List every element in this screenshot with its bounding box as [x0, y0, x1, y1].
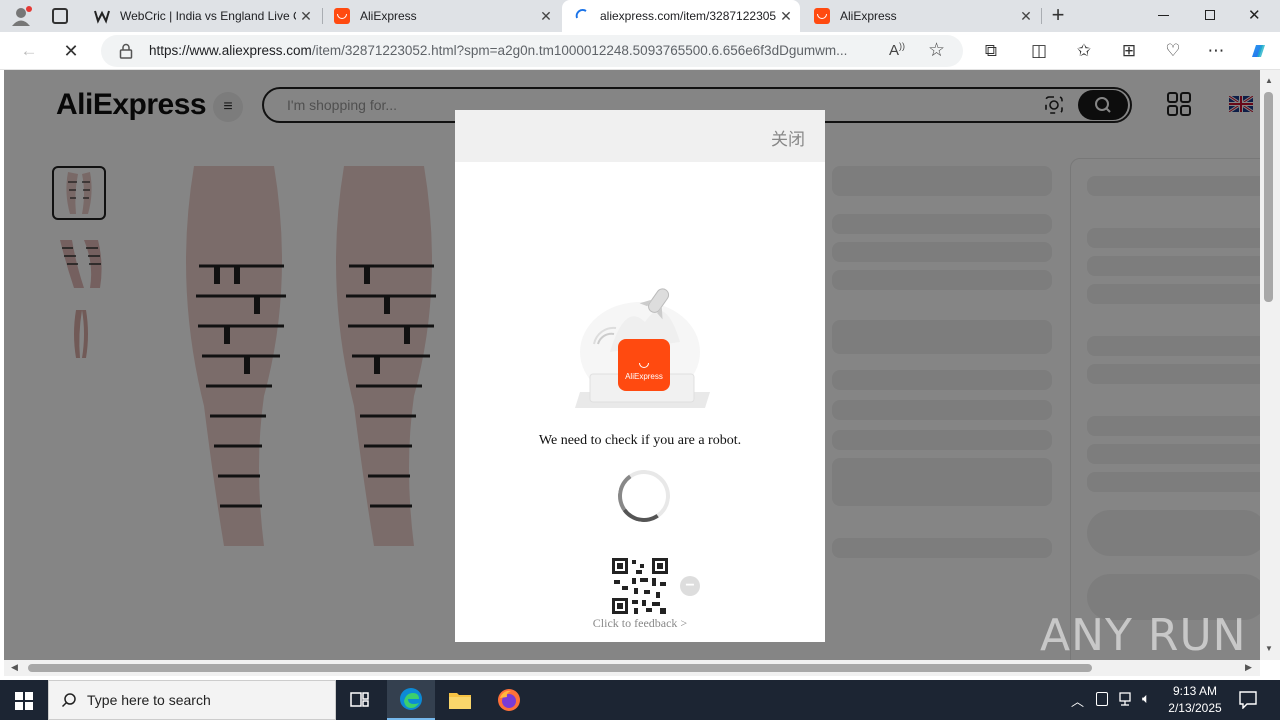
tab-title: AliExpress: [360, 9, 417, 23]
tab-aliexpress-item-active[interactable]: aliexpress.com/item/3287122305 ✕: [562, 0, 800, 32]
feedback-qr-code[interactable]: [610, 556, 670, 616]
minimize-window-icon[interactable]: [1158, 15, 1169, 16]
aliexpress-app-icon: [618, 339, 670, 391]
browser-tab-strip: WebCric | India vs England Live C ✕ AliE…: [0, 0, 1280, 32]
clock-date: 2/13/2025: [1168, 701, 1222, 715]
address-bar[interactable]: https://www.aliexpress.com/item/32871223…: [101, 35, 963, 67]
read-aloud-icon[interactable]: A)): [889, 41, 905, 59]
edge-taskbar-button[interactable]: [387, 680, 435, 720]
windows-taskbar: Type here to search ︿ 🔈︎ 9:13 AM 2/13/20…: [0, 680, 1280, 720]
collapse-minus-icon[interactable]: −: [680, 576, 700, 596]
stop-loading-x-icon[interactable]: ✕: [58, 38, 84, 64]
anyrun-watermark: ANY RUN: [1040, 610, 1247, 661]
captcha-modal: 关闭 AliExpress We need to check if you ar…: [455, 110, 825, 642]
extensions-icon[interactable]: ⧉: [978, 38, 1004, 64]
scroll-right-arrow-icon[interactable]: ▶: [1245, 662, 1252, 673]
horizontal-scrollbar[interactable]: ◀ ▶: [4, 660, 1260, 676]
close-tab-icon[interactable]: ✕: [536, 8, 556, 25]
loading-spinner-icon: [574, 8, 590, 24]
tab-title: aliexpress.com/item/3287122305: [600, 9, 776, 23]
tab-actions-icon[interactable]: [52, 8, 68, 24]
file-explorer-icon[interactable]: [448, 690, 472, 715]
new-tab-plus-icon[interactable]: +: [1046, 4, 1070, 28]
webcric-favicon-icon: [94, 8, 110, 24]
split-screen-icon[interactable]: ◫: [1026, 38, 1052, 64]
clock-time: 9:13 AM: [1172, 684, 1218, 698]
modal-close-button[interactable]: 关闭: [771, 125, 805, 150]
tab-webcric[interactable]: WebCric | India vs England Live C ✕: [82, 0, 320, 32]
tab-title: WebCric | India vs England Live C: [120, 9, 296, 23]
network-icon[interactable]: [1119, 692, 1135, 711]
browser-toolbar: ← ✕ https://www.aliexpress.com/item/3287…: [0, 32, 1280, 70]
tab-separator: [1041, 8, 1042, 24]
tab-aliexpress-1[interactable]: AliExpress ✕: [322, 0, 560, 32]
aliexpress-favicon-icon: [334, 8, 350, 24]
search-icon: [61, 693, 76, 708]
tab-title: AliExpress: [840, 9, 897, 23]
favorites-icon[interactable]: ✩: [1071, 38, 1097, 64]
url-text[interactable]: https://www.aliexpress.com/item/32871223…: [149, 43, 879, 58]
scroll-up-arrow-icon[interactable]: ▲: [1265, 76, 1273, 85]
edge-icon: [400, 688, 422, 710]
tab-aliexpress-2[interactable]: AliExpress ✕: [802, 0, 1040, 32]
modal-header: 关闭: [455, 110, 825, 162]
vertical-scrollbar[interactable]: ▲ ▼: [1260, 70, 1280, 660]
close-tab-icon[interactable]: ✕: [776, 8, 796, 25]
volume-icon[interactable]: 🔈︎: [1142, 690, 1150, 707]
scroll-down-arrow-icon[interactable]: ▼: [1265, 644, 1273, 653]
robot-check-message: We need to check if you are a robot.: [538, 433, 742, 448]
restore-window-icon[interactable]: [1205, 10, 1215, 20]
settings-more-icon[interactable]: ⋯: [1203, 38, 1229, 64]
horizontal-scroll-thumb[interactable]: [28, 664, 1092, 672]
lock-icon[interactable]: [119, 43, 133, 64]
close-window-icon[interactable]: ✕: [1248, 6, 1261, 24]
taskbar-search-placeholder: Type here to search: [87, 692, 211, 708]
collections-icon[interactable]: ⊞: [1116, 38, 1142, 64]
loading-spinner-icon: [613, 465, 675, 527]
browser-essentials-icon[interactable]: ♡: [1160, 38, 1186, 64]
profile-avatar-icon[interactable]: [10, 5, 32, 27]
windows-start-icon[interactable]: [15, 692, 33, 715]
copilot-icon[interactable]: [1245, 38, 1271, 64]
device-tray-icon[interactable]: [1096, 692, 1108, 706]
task-view-icon[interactable]: [350, 691, 370, 714]
close-tab-icon[interactable]: ✕: [296, 8, 316, 25]
url-path: /item/32871223052.html?spm=a2g0n.tm10000…: [311, 43, 848, 58]
taskbar-clock[interactable]: 9:13 AM 2/13/2025: [1162, 683, 1228, 717]
vertical-scroll-thumb[interactable]: [1264, 92, 1273, 302]
taskbar-search-box[interactable]: Type here to search: [48, 680, 336, 720]
back-arrow-icon[interactable]: ←: [16, 38, 42, 64]
notification-center-icon[interactable]: [1239, 691, 1257, 714]
firefox-icon[interactable]: [497, 688, 521, 717]
scroll-left-arrow-icon[interactable]: ◀: [11, 662, 18, 673]
app-icon-label: AliExpress: [625, 372, 663, 381]
favorite-star-icon[interactable]: ☆: [928, 39, 945, 62]
url-host: https://www.aliexpress.com: [149, 43, 312, 58]
feedback-link[interactable]: Click to feedback >: [455, 616, 825, 631]
show-hidden-icons-chevron-icon[interactable]: ︿: [1071, 691, 1084, 710]
close-tab-icon[interactable]: ✕: [1016, 8, 1036, 25]
aliexpress-favicon-icon: [814, 8, 830, 24]
